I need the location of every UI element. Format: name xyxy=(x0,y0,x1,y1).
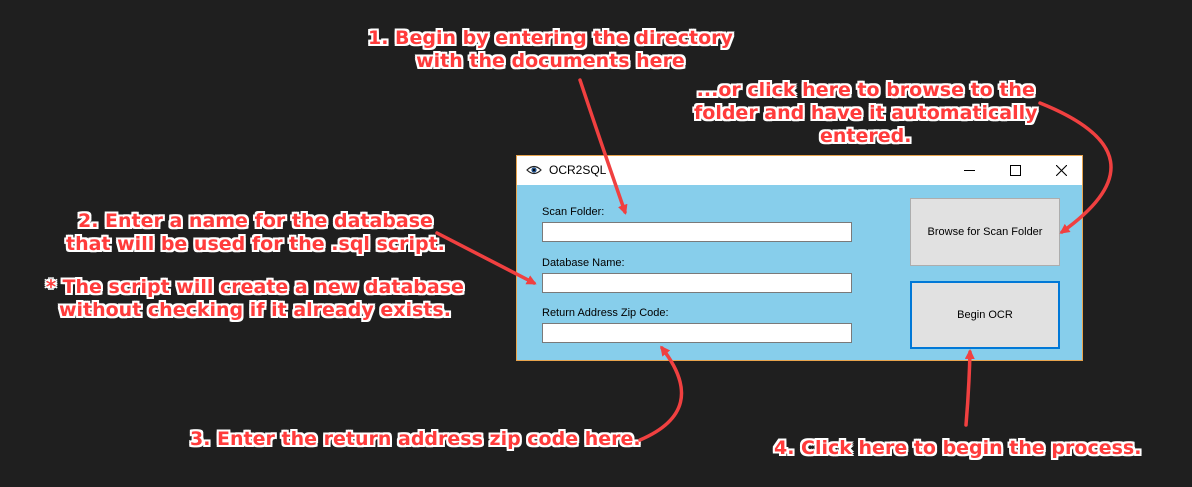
zip-code-label: Return Address Zip Code: xyxy=(542,307,669,319)
annotation-step2-line1: 2. Enter a name for the database xyxy=(77,210,433,232)
eye-icon xyxy=(526,165,542,175)
begin-ocr-button[interactable]: Begin OCR xyxy=(910,281,1060,349)
app-window: OCR2SQL Scan Folder: Database Name: Retu… xyxy=(516,155,1083,361)
annotation-step2-note-line1: * The script will create a new database xyxy=(46,276,464,298)
database-name-input[interactable] xyxy=(542,273,852,293)
minimize-icon[interactable] xyxy=(946,156,992,185)
annotation-browse-hint-line2: folder and have it automatically xyxy=(694,102,1038,124)
annotation-step1: 1. Begin by entering the directory with … xyxy=(368,27,733,73)
annotation-step4-text: 4. Click here to begin the process. xyxy=(774,437,1142,459)
annotation-step2: 2. Enter a name for the database that wi… xyxy=(66,210,445,256)
title-bar[interactable]: OCR2SQL xyxy=(517,156,1082,185)
zip-code-input[interactable] xyxy=(542,323,852,343)
database-name-label: Database Name: xyxy=(542,257,625,269)
close-icon[interactable] xyxy=(1038,156,1084,185)
annotation-step2-note-line2: without checking if it already exists. xyxy=(58,299,451,321)
arrow-step3 xyxy=(638,345,684,442)
annotation-step3: 3. Enter the return address zip code her… xyxy=(190,428,641,451)
annotation-step2-line2: that will be used for the .sql script. xyxy=(66,233,445,255)
annotation-step3-text: 3. Enter the return address zip code her… xyxy=(190,428,641,450)
annotation-step1-line2: with the documents here xyxy=(416,50,685,72)
arrow-step4 xyxy=(964,349,975,427)
window-title: OCR2SQL xyxy=(549,163,607,177)
scan-folder-input[interactable] xyxy=(542,222,852,242)
annotation-browse-hint: ...or click here to browse to the folder… xyxy=(694,79,1038,148)
maximize-icon[interactable] xyxy=(992,156,1038,185)
annotation-browse-hint-line1: ...or click here to browse to the xyxy=(696,79,1035,101)
annotation-step4: 4. Click here to begin the process. xyxy=(774,437,1141,460)
scan-folder-label: Scan Folder: xyxy=(542,206,605,218)
annotation-step2-note: * The script will create a new database … xyxy=(46,276,464,322)
browse-button[interactable]: Browse for Scan Folder xyxy=(910,198,1060,266)
annotation-step1-line1: 1. Begin by entering the directory xyxy=(368,27,733,49)
annotation-browse-hint-line3: entered. xyxy=(820,125,912,147)
